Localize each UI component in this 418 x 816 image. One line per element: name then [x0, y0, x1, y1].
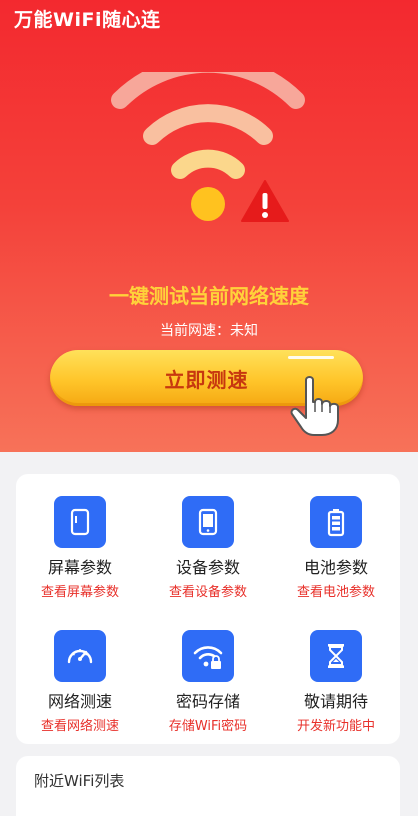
pointing-hand-icon	[290, 376, 339, 436]
wifi-lock-icon	[182, 630, 234, 682]
feature-subtitle: 查看网络测速	[40, 719, 119, 734]
feature-grid-card: 屏幕参数 查看屏幕参数 设备参数 查看设备参数 电池参数 查看电池参数 网络测速…	[16, 474, 400, 744]
device-icon	[182, 496, 234, 548]
feature-subtitle: 查看电池参数	[296, 585, 375, 600]
phone-screen-icon	[54, 496, 106, 548]
feature-title: 密码存储	[175, 692, 240, 711]
feature-title: 设备参数	[175, 558, 240, 577]
feature-battery-params[interactable]: 电池参数 查看电池参数	[272, 496, 400, 600]
feature-title: 敬请期待	[303, 692, 368, 711]
wifi-list-title: 附近WiFi列表	[34, 772, 125, 790]
hourglass-icon	[310, 630, 362, 682]
feature-device-params[interactable]: 设备参数 查看设备参数	[144, 496, 272, 600]
feature-subtitle: 存储WiFi密码	[168, 719, 248, 734]
feature-coming-soon[interactable]: 敬请期待 开发新功能中	[272, 630, 400, 734]
feature-password-storage[interactable]: 密码存储 存储WiFi密码	[144, 630, 272, 734]
feature-title: 电池参数	[303, 558, 368, 577]
feature-network-speed[interactable]: 网络测速 查看网络测速	[16, 630, 144, 734]
button-shine	[288, 356, 334, 359]
feature-screen-params[interactable]: 屏幕参数 查看屏幕参数	[16, 496, 144, 600]
feature-subtitle: 查看屏幕参数	[40, 585, 119, 600]
wifi-list-card: 附近WiFi列表	[16, 756, 400, 816]
feature-title: 屏幕参数	[47, 558, 112, 577]
battery-icon	[310, 496, 362, 548]
hero-section: 万能WiFi随心连 一键测试当前网络速度 当前网速：未知 立即测速	[0, 0, 418, 452]
speed-test-headline: 一键测试当前网络速度	[109, 284, 309, 308]
speedometer-icon	[54, 630, 106, 682]
feature-subtitle: 查看设备参数	[168, 585, 247, 600]
app-title: 万能WiFi随心连	[14, 9, 161, 31]
current-speed-text: 当前网速：未知	[160, 323, 258, 339]
feature-subtitle: 开发新功能中	[296, 719, 375, 734]
warning-icon	[241, 180, 289, 222]
feature-title: 网络测速	[47, 692, 112, 711]
